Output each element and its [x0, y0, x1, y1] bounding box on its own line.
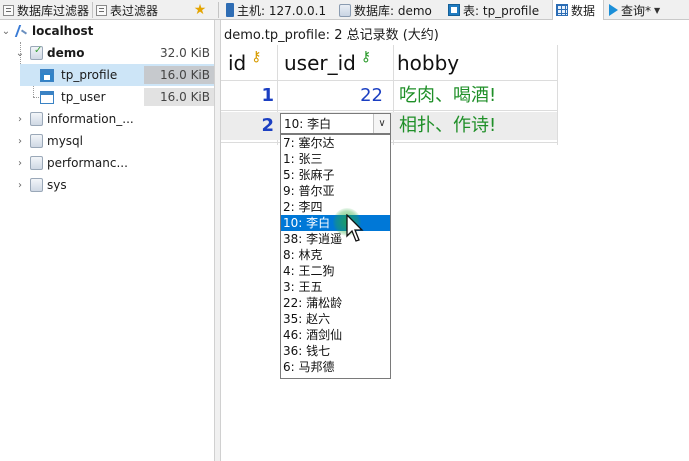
toolbar-separator [218, 2, 219, 18]
grid-line [557, 45, 558, 145]
table-filter-label: 表过滤器 [110, 3, 159, 18]
top-toolbar: 数据库过滤器 表过滤器 ★ 主机: 127.0.0.1 数据库: demo 表:… [0, 0, 689, 20]
database-icon [30, 178, 43, 192]
chevron-down-icon: ▼ [654, 5, 661, 15]
tree-database-label: performanc... [47, 156, 128, 170]
tab-query[interactable]: 查询* ▼ [606, 0, 689, 20]
table-icon [40, 68, 54, 82]
column-header-label: user_id [284, 50, 356, 75]
play-icon [609, 4, 618, 16]
tree-database-label: information_... [47, 112, 134, 126]
chevron-right-icon[interactable]: › [14, 114, 26, 125]
database-icon [30, 112, 43, 126]
mouse-cursor-icon [346, 214, 364, 242]
database-icon [30, 134, 43, 148]
primary-key-icon: ⚷ [251, 48, 262, 65]
tab-table[interactable]: 表: tp_profile [445, 0, 550, 20]
cell-id[interactable]: 1 [221, 82, 277, 110]
table-icon [448, 4, 460, 16]
tab-database[interactable]: 数据库: demo [336, 0, 442, 20]
chevron-right-icon[interactable]: › [14, 180, 26, 191]
user-id-combobox[interactable]: 10: 李白 ∨ [280, 113, 391, 134]
dropdown-option[interactable]: 1: 张三 [281, 151, 390, 167]
database-icon [30, 156, 43, 170]
tree-database-size: 32.0 KiB [160, 46, 210, 60]
dropdown-option[interactable]: 35: 赵六 [281, 311, 390, 327]
tree-table-size: 16.0 KiB [144, 88, 214, 106]
favorites-button[interactable]: ★ [186, 0, 214, 20]
tree-database-label: mysql [47, 134, 83, 148]
database-icon [339, 3, 351, 17]
database-filter-tab[interactable]: 数据库过滤器 [0, 0, 92, 20]
column-header-label: hobby [397, 50, 460, 75]
dropdown-option[interactable]: 36: 钱七 [281, 343, 390, 359]
tree-node-table-tp-profile[interactable]: tp_profile 16.0 KiB [20, 64, 214, 86]
tree-host-label: localhost [32, 24, 94, 38]
column-header-hobby[interactable]: hobby [397, 45, 459, 80]
tree-node-table-tp-user[interactable]: tp_user 16.0 KiB [20, 86, 214, 108]
tree-node-database-demo[interactable]: ⌄ demo 32.0 KiB [0, 42, 214, 64]
chevron-right-icon[interactable]: › [14, 158, 26, 169]
column-header-label: id [228, 50, 247, 75]
dropdown-option[interactable]: 7: 塞尔达 [281, 135, 390, 151]
panel-splitter[interactable] [214, 20, 221, 461]
chevron-right-icon[interactable]: › [14, 136, 26, 147]
tree-node-database[interactable]: › performanc... [0, 152, 214, 174]
dropdown-option[interactable]: 22: 蒲松龄 [281, 295, 390, 311]
tree-node-database[interactable]: › information_... [0, 108, 214, 130]
user-id-dropdown-list[interactable]: 7: 塞尔达 1: 张三 5: 张麻子 9: 普尔亚 2: 李四 10: 李白 … [280, 134, 391, 379]
dropdown-option[interactable]: 8: 林克 [281, 247, 390, 263]
cell-id[interactable]: 2 [221, 112, 277, 140]
dropdown-option[interactable]: 46: 酒剑仙 [281, 327, 390, 343]
tree-node-database[interactable]: › mysql [0, 130, 214, 152]
tab-host[interactable]: 主机: 127.0.0.1 [223, 0, 333, 20]
tree-database-label: demo [47, 46, 85, 60]
filter-icon [3, 4, 14, 16]
grid-line [221, 80, 557, 81]
tab-database-label: 数据库: demo [354, 3, 432, 18]
table-icon [40, 90, 54, 104]
column-header-user-id[interactable]: user_id ⚷ [284, 45, 371, 80]
tab-query-label: 查询* [621, 3, 652, 18]
cell-hobby[interactable]: 吃肉、喝酒! [399, 82, 496, 110]
database-icon [30, 45, 43, 60]
cell-user-id[interactable]: 22 [277, 82, 387, 110]
dropdown-option[interactable]: 6: 马邦德 [281, 359, 390, 375]
filter-icon [96, 4, 107, 16]
dropdown-option[interactable]: 3: 王五 [281, 279, 390, 295]
tree-node-host[interactable]: ⌄ localhost [0, 20, 214, 42]
cell-hobby[interactable]: 相扑、作诗! [399, 112, 496, 140]
chevron-down-icon[interactable]: ⌄ [0, 26, 12, 37]
host-icon [226, 3, 234, 17]
tab-data[interactable]: 数据 [552, 0, 604, 20]
tree-table-size: 16.0 KiB [144, 66, 214, 84]
table-filter-tab[interactable]: 表过滤器 [93, 0, 185, 20]
chevron-down-icon[interactable]: ⌄ [14, 48, 26, 59]
tab-data-label: 数据 [571, 3, 596, 18]
tree-node-database[interactable]: › sys [0, 174, 214, 196]
host-connection-icon [14, 24, 28, 38]
combobox-value: 10: 李白 [284, 117, 332, 131]
star-icon: ★ [193, 2, 207, 18]
tab-host-label: 主机: 127.0.0.1 [237, 3, 327, 18]
chevron-down-icon[interactable]: ∨ [373, 114, 390, 133]
grid-icon [556, 4, 568, 16]
dropdown-option[interactable]: 4: 王二狗 [281, 263, 390, 279]
tree-table-label: tp_profile [61, 68, 118, 82]
dropdown-option[interactable]: 9: 普尔亚 [281, 183, 390, 199]
tab-table-label: 表: tp_profile [463, 3, 540, 18]
database-tree: ⌄ localhost ⌄ demo 32.0 KiB tp_profile 1… [0, 20, 214, 461]
grid-line [221, 110, 557, 111]
dropdown-option[interactable]: 38: 李逍遥 [281, 231, 390, 247]
column-header-id[interactable]: id ⚷ [228, 45, 262, 80]
record-count-label: demo.tp_profile: 2 总记录数 (大约) [224, 28, 439, 43]
table-row[interactable]: 1 22 吃肉、喝酒! [221, 82, 557, 110]
database-filter-label: 数据库过滤器 [17, 3, 90, 18]
tree-table-label: tp_user [61, 90, 106, 104]
tree-database-label: sys [47, 178, 67, 192]
foreign-key-icon: ⚷ [360, 48, 372, 65]
dropdown-option[interactable]: 5: 张麻子 [281, 167, 390, 183]
data-panel: demo.tp_profile: 2 总记录数 (大约) id ⚷ user_i… [221, 20, 689, 461]
